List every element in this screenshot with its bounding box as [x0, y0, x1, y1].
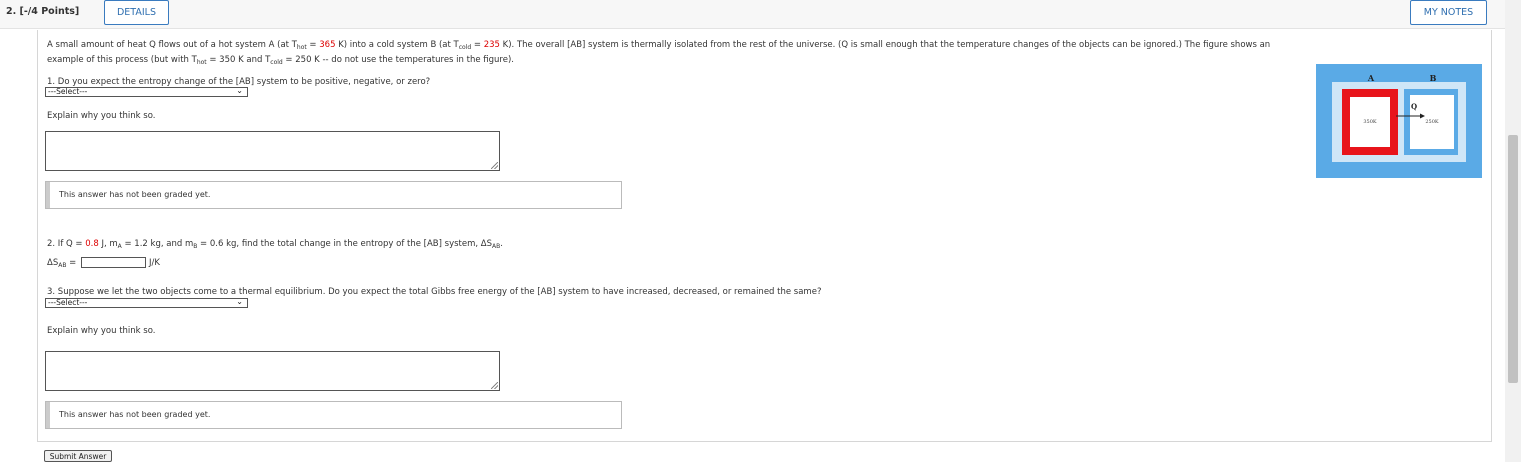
part3-explain-textarea[interactable]	[45, 351, 500, 391]
resize-grip-icon[interactable]	[491, 162, 498, 169]
part3-explain-label: Explain why you think so.	[47, 326, 156, 336]
chevron-down-icon: ⌄	[236, 297, 243, 306]
question-header: 2. [-/4 Points] DETAILS MY NOTES	[0, 0, 1505, 29]
part1-graded-notice: This answer has not been graded yet.	[45, 181, 622, 209]
part1-explain-label: Explain why you think so.	[47, 111, 156, 121]
temp-b: 250K	[1425, 119, 1439, 125]
unit-label: J/K	[149, 258, 160, 268]
part3-question: 3. Suppose we let the two objects come t…	[47, 287, 822, 297]
t-cold-value: 235	[483, 40, 500, 50]
label-b: B	[1430, 73, 1437, 83]
resize-grip-icon[interactable]	[491, 382, 498, 389]
submit-answer-button[interactable]: Submit Answer	[44, 450, 112, 462]
details-button[interactable]: DETAILS	[104, 0, 169, 25]
my-notes-button[interactable]: MY NOTES	[1410, 0, 1487, 25]
label-a: A	[1367, 73, 1375, 83]
chevron-down-icon: ⌄	[236, 86, 243, 95]
vertical-scrollbar[interactable]	[1505, 0, 1521, 462]
part2-answer-label: ΔSAB =	[47, 258, 77, 269]
heat-flow-diagram: A B Q 350K 250K	[1332, 73, 1466, 162]
label-q: Q	[1411, 102, 1417, 111]
part1-explain-textarea[interactable]	[45, 131, 500, 171]
t-hot-value: 365	[319, 40, 336, 50]
q-value: 0.8	[85, 239, 99, 249]
part3-select[interactable]: ---Select--- ⌄	[45, 298, 248, 308]
part2-question: 2. If Q = 0.8 J, mA = 1.2 kg, and mB = 0…	[47, 239, 503, 250]
entropy-answer-input[interactable]	[81, 257, 146, 268]
scrollbar-thumb[interactable]	[1508, 135, 1518, 383]
heat-flow-figure: A B Q 350K 250K	[1316, 64, 1482, 178]
temp-a: 350K	[1363, 119, 1377, 125]
problem-statement: A small amount of heat Q flows out of a …	[47, 40, 1271, 66]
part1-select[interactable]: ---Select--- ⌄	[45, 87, 248, 97]
question-number: 2. [-/4 Points]	[6, 6, 80, 17]
part3-graded-notice: This answer has not been graded yet.	[45, 401, 622, 429]
